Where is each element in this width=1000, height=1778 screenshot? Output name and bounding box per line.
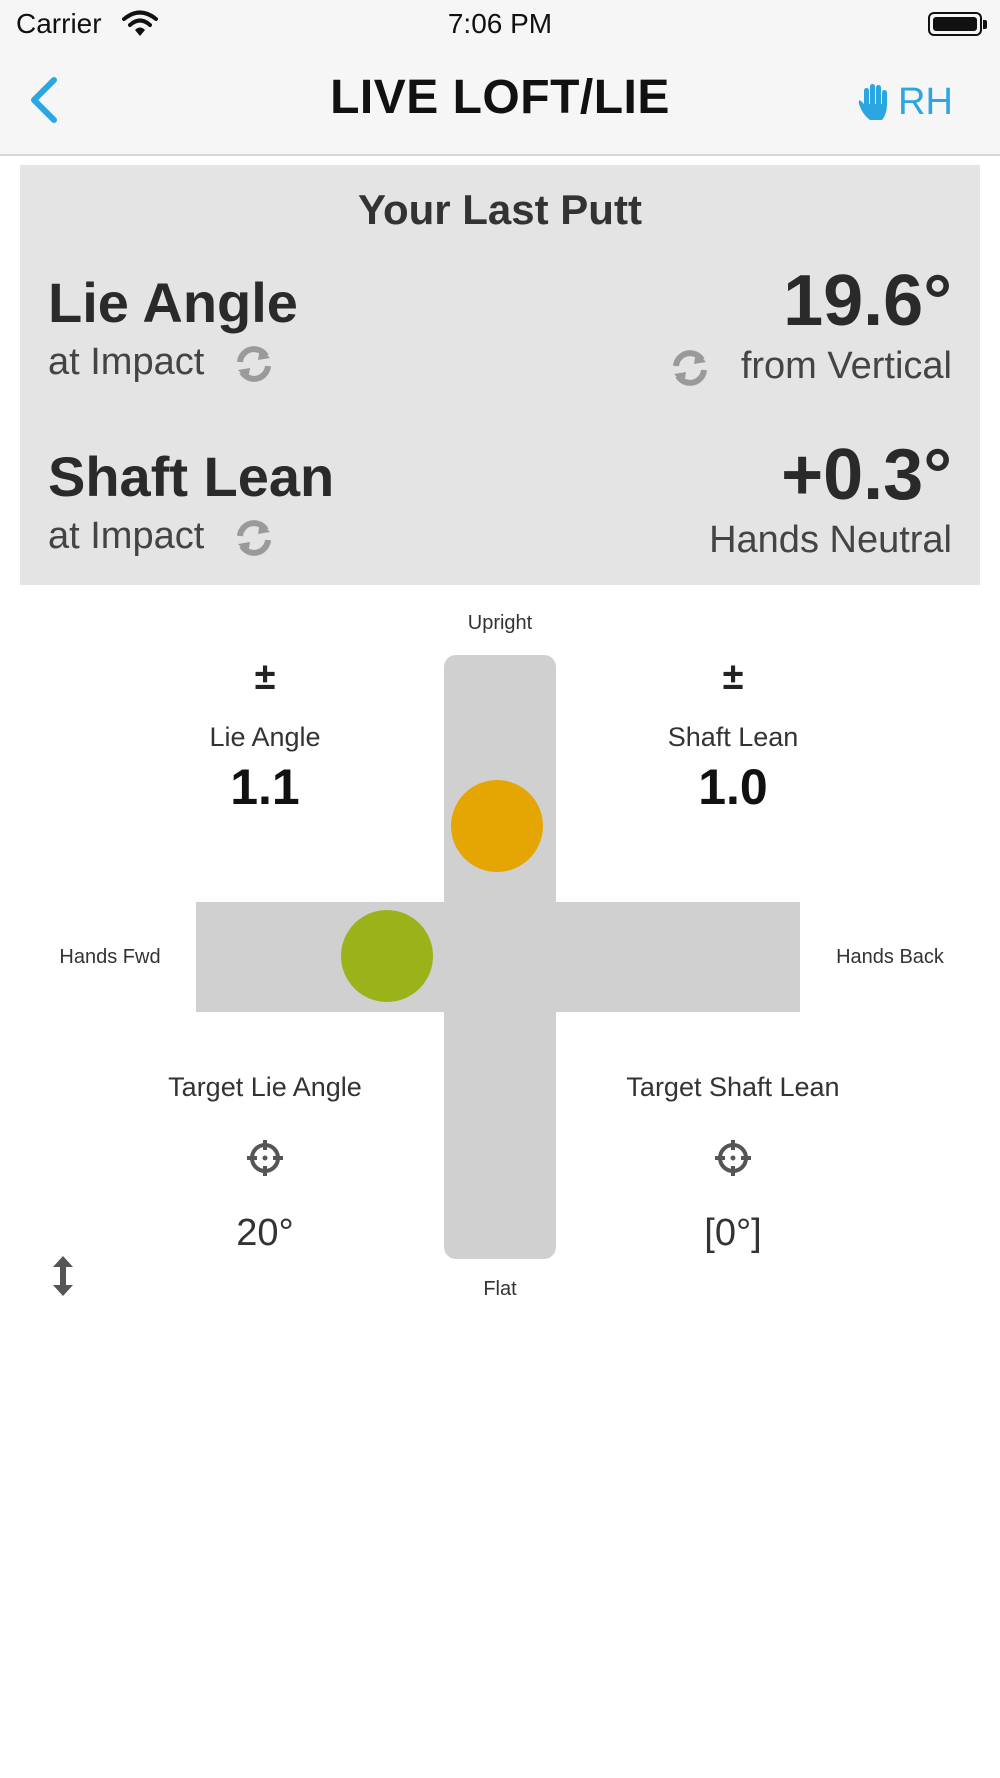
lie-angle-desc: from Vertical <box>740 345 952 387</box>
lie-tolerance-label: Lie Angle <box>209 722 321 752</box>
lie-angle-indicator <box>451 780 543 872</box>
refresh-icon[interactable] <box>232 516 276 560</box>
shaft-lean-label: Shaft Lean <box>48 445 335 508</box>
shaft-lean-value: +0.3° <box>781 435 952 515</box>
refresh-icon[interactable] <box>232 342 276 386</box>
lean-tolerance-label: Shaft Lean <box>667 722 799 752</box>
handedness-button[interactable]: RH <box>856 80 953 124</box>
clock: 7:06 PM <box>447 8 553 39</box>
target-lean-label: Target Shaft Lean <box>626 1072 840 1102</box>
lie-tolerance-symbol: ± <box>254 656 276 698</box>
hands-back-label: Hands Back <box>836 946 944 968</box>
upright-label: Upright <box>467 612 533 634</box>
crosshair-icon[interactable] <box>713 1138 753 1178</box>
hand-icon <box>858 84 887 120</box>
page-title: LIVE LOFT/LIE <box>330 71 670 124</box>
lie-angle-value: 19.6° <box>783 261 952 341</box>
vertical-arrows-icon[interactable] <box>50 1254 76 1298</box>
lie-angle-sub: at Impact <box>48 341 205 383</box>
target-lean-value[interactable]: [0°] <box>633 1212 833 1255</box>
flat-label: Flat <box>483 1278 517 1300</box>
shaft-lean-sub: at Impact <box>48 515 205 557</box>
hands-forward-label: Hands Fwd <box>59 946 161 968</box>
lie-angle-label: Lie Angle <box>48 271 298 334</box>
battery-icon <box>928 12 987 36</box>
lean-tolerance-value[interactable]: 1.0 <box>633 758 833 816</box>
shaft-lean-indicator <box>341 910 433 1002</box>
crosshair-icon[interactable] <box>245 1138 285 1178</box>
target-lie-value[interactable]: 20° <box>165 1212 365 1255</box>
shaft-lean-track <box>196 902 800 1012</box>
target-lie-label: Target Lie Angle <box>168 1072 362 1102</box>
shaft-lean-desc: Hands Neutral <box>709 519 952 561</box>
lie-tolerance-value[interactable]: 1.1 <box>165 758 365 816</box>
last-putt-title: Your Last Putt <box>358 186 642 233</box>
handedness-label: RH <box>898 80 953 123</box>
lean-tolerance-symbol: ± <box>722 656 744 698</box>
